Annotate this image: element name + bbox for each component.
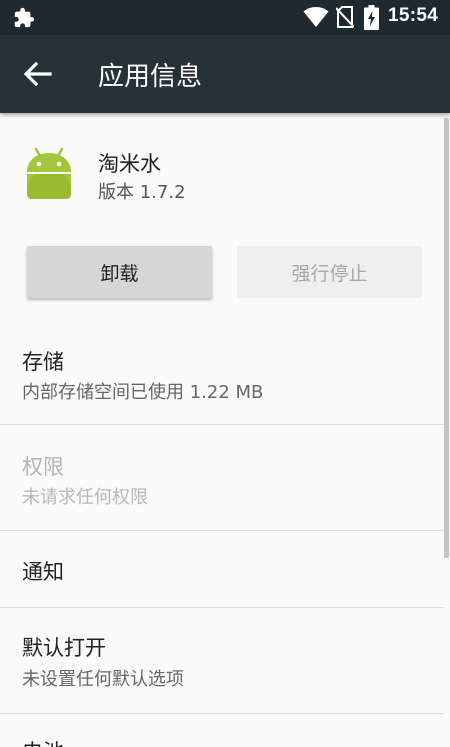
- pref-battery-title: 电池: [22, 736, 64, 747]
- uninstall-button[interactable]: 卸载: [27, 246, 212, 298]
- wifi-icon: [303, 7, 329, 27]
- scrollbar[interactable]: [444, 118, 449, 558]
- page-title: 应用信息: [98, 62, 203, 92]
- force-stop-button: 强行停止: [237, 246, 422, 298]
- arrow-back-icon[interactable]: [22, 60, 54, 88]
- pref-storage[interactable]: 存储 内部存储空间已使用 1.22 MB: [0, 336, 444, 424]
- pref-permissions: 权限 未请求任何权限: [0, 425, 444, 530]
- pref-open-by-default-summary: 未设置任何默认选项: [22, 669, 184, 690]
- pref-storage-title: 存储: [22, 350, 64, 374]
- pref-permissions-title: 权限: [22, 455, 64, 479]
- pref-open-by-default-title: 默认打开: [22, 636, 106, 660]
- pref-storage-summary: 内部存储空间已使用 1.22 MB: [22, 382, 264, 403]
- pref-permissions-summary: 未请求任何权限: [22, 487, 148, 508]
- battery-charging-icon: [364, 5, 379, 30]
- pref-notifications[interactable]: 通知: [0, 531, 444, 607]
- puzzle-icon: [14, 7, 35, 28]
- app-bar: 应用信息: [0, 35, 450, 113]
- status-bar: 15:54: [0, 0, 450, 35]
- android-icon: [27, 147, 71, 199]
- app-version: 版本 1.7.2: [98, 182, 186, 203]
- app-name: 淘米水: [98, 152, 161, 176]
- pref-open-by-default[interactable]: 默认打开 未设置任何默认选项: [0, 608, 444, 713]
- pref-notifications-title: 通知: [22, 560, 64, 584]
- pref-battery[interactable]: 电池: [0, 714, 444, 747]
- status-clock: 15:54: [388, 5, 439, 26]
- app-header: 淘米水 版本 1.7.2: [0, 140, 440, 210]
- no-sim-icon: [336, 6, 354, 28]
